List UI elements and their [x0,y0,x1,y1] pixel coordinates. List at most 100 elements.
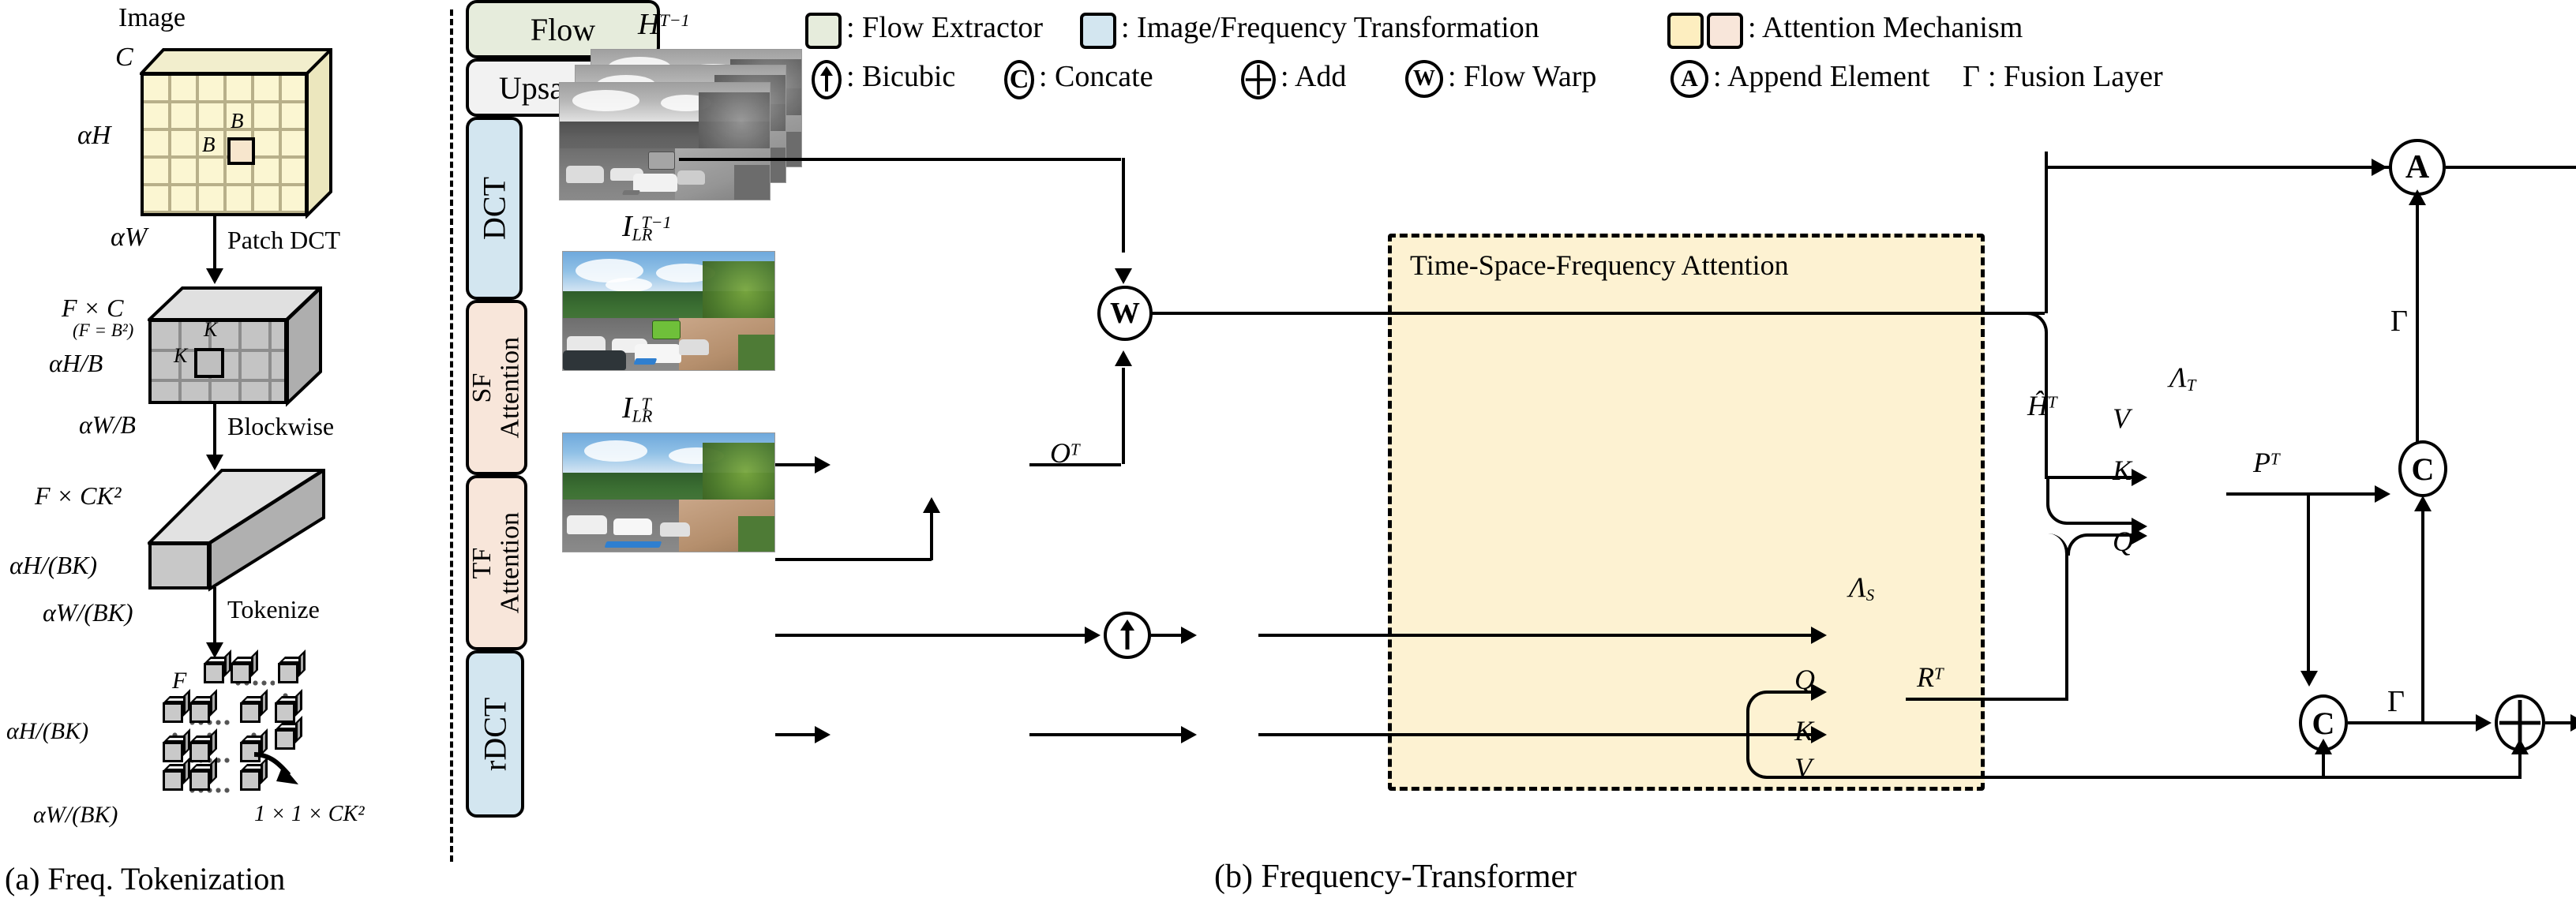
conn-bottom-to-concat-v [2322,754,2325,779]
dct-cube-right-face [286,286,322,407]
panel-a: Image C αH αW B B Patch DCT F × C (F = B… [0,0,474,917]
conn-gamma-up-arrow [2414,496,2432,511]
token-grid [134,649,339,795]
token-cube [240,689,268,723]
token-shape-label: 1 × 1 × CK² [254,802,365,826]
conn-lrcur-to-flow-h [775,558,932,561]
conn-tfv-arrow [2132,469,2147,486]
lambda-t-sub: T [2186,376,2196,395]
tokenize-label: Tokenize [227,595,320,623]
patch-dct-label: Patch DCT [227,226,341,254]
image-cube-depth-label: C [115,43,133,72]
bicubic-operator[interactable] [1104,612,1151,659]
tsf-title: Time-Space-Frequency Attention [1410,249,1789,281]
dct-cube-patch [194,348,224,378]
token-front-label: F [172,668,187,694]
conn-warp-branch-elbow [1554,312,2048,479]
sf-attention-block[interactable]: SF Attention [466,300,527,475]
panel-b: HT−1 ILRT−1 ILRT Flow DCT W Time-Space-F… [466,0,2576,917]
conn-lrcur-to-upsample [775,733,816,736]
conn-upperconcat-to-append-arrow [2409,189,2426,205]
conn-hhat-to-append-arrow [2372,159,2387,176]
token-cube [204,649,231,683]
image-cube-patch [227,137,255,165]
panel-a-caption: (a) Freq. Tokenization [5,861,286,896]
flow-out-sup: T [1071,440,1080,459]
conn-flow-out-h [1029,463,1121,466]
conn-bicubic-to-dct-arrow [1181,627,1197,644]
rdct-block[interactable]: rDCT [466,650,524,818]
conn-hprev-to-warp [679,158,1121,161]
conn-upperconcat-to-append-v [2416,205,2419,444]
conn-pt-branch-elbow [2307,492,2334,672]
image-cube-front-face [141,73,308,216]
conn-hhat-to-append-h [2045,166,2390,169]
panel-a-arrow-2-line [213,404,216,459]
sf-attention-line-2: Attention [496,336,525,439]
lr-cur-label: ILRT [622,391,652,425]
token-cube [231,649,258,683]
lr-prev-label: ILRT−1 [622,211,672,244]
image-cube-top-face [140,48,332,75]
conn-pt-branch-arrow [2300,671,2318,687]
conn-tfk-elbow [2046,476,2132,525]
tf-attention-block[interactable]: TF Attention [466,475,527,650]
conn-bottom-to-concat-arrow [2315,739,2332,754]
fusion-label-upper: Γ [2390,305,2408,338]
conn-lrcur-to-bicubic-arrow [1085,627,1101,644]
token-pointer-arrow [253,752,298,784]
lambda-t-base: Λ [2169,361,2187,393]
figure-root: Image C αH αW B B Patch DCT F × C (F = B… [0,0,2576,917]
conn-lrprev-to-flow-arrow [815,456,831,473]
conn-lrcur-to-flow-v [930,513,933,560]
image-cube-patch-label-left: B [202,133,216,156]
conn-sfk-elbow [1746,691,1814,735]
lambda-s-sub: S [1865,586,1875,605]
dct-cube-patch-label-top: K [204,318,218,341]
token-cube [163,728,190,762]
p-t-sup: T [2270,449,2280,469]
block-cube [148,469,325,596]
sf-attention-line-1: SF [467,372,497,402]
conn-hprev-to-warp-v [1122,158,1125,253]
flow-warp-operator[interactable]: W [1097,286,1153,341]
conn-rt-elbow [1906,533,2068,701]
lr-prev-sup: T−1 [641,212,672,233]
image-cube-patch-label-top: B [231,109,244,133]
conn-append-to-hout [2446,166,2576,169]
conn-lowerconcat-to-add-arrow [2476,714,2492,732]
dct-cube-patch-label-left: K [174,344,188,367]
block-cube-height-label: αH/(BK) [9,551,97,579]
conn-lowerconcat-to-add [2348,721,2479,724]
tf-attention-line-1: TF [467,547,497,578]
conn-bicubic-to-dct [1151,634,1183,637]
lr-cur-image [562,432,775,552]
h-hat-sup: T [2048,392,2057,412]
h-prev-label: HT−1 [638,9,690,39]
image-cube-height-label: αH [77,121,111,150]
conn-lrcur-to-bicubic [775,634,1089,637]
lambda-t-label: ΛT [2169,363,2195,394]
token-cube [189,689,217,723]
dct-block[interactable]: DCT [466,117,523,300]
fusion-label-lower: Γ [2387,685,2405,718]
lr-cur-base: I [622,391,632,425]
conn-rt-elbow-top [2067,533,2133,556]
conn-bottom-rail [1813,776,2520,779]
p-t-base: P [2253,447,2270,478]
h-prev-sup: T−1 [659,10,690,31]
conn-add-to-rdct [2545,721,2574,724]
lambda-s-base: Λ [1849,571,1866,603]
h-prev-base: H [638,8,660,41]
lr-cur-sup: T [641,394,651,414]
tf-value-label: V [2113,402,2130,434]
image-cube-right-face [306,48,332,219]
append-operator[interactable]: A [2389,139,2446,196]
panel-a-arrow-3-head [206,642,223,658]
conn-gamma-up-v [2421,511,2424,723]
conn-upsample-to-dct-arrow [1181,726,1197,743]
concat-operator-upper[interactable]: C [2398,440,2447,497]
h-prev-stack [559,49,812,207]
token-cube [189,757,217,791]
conn-flow-out-arrow [1115,350,1132,366]
